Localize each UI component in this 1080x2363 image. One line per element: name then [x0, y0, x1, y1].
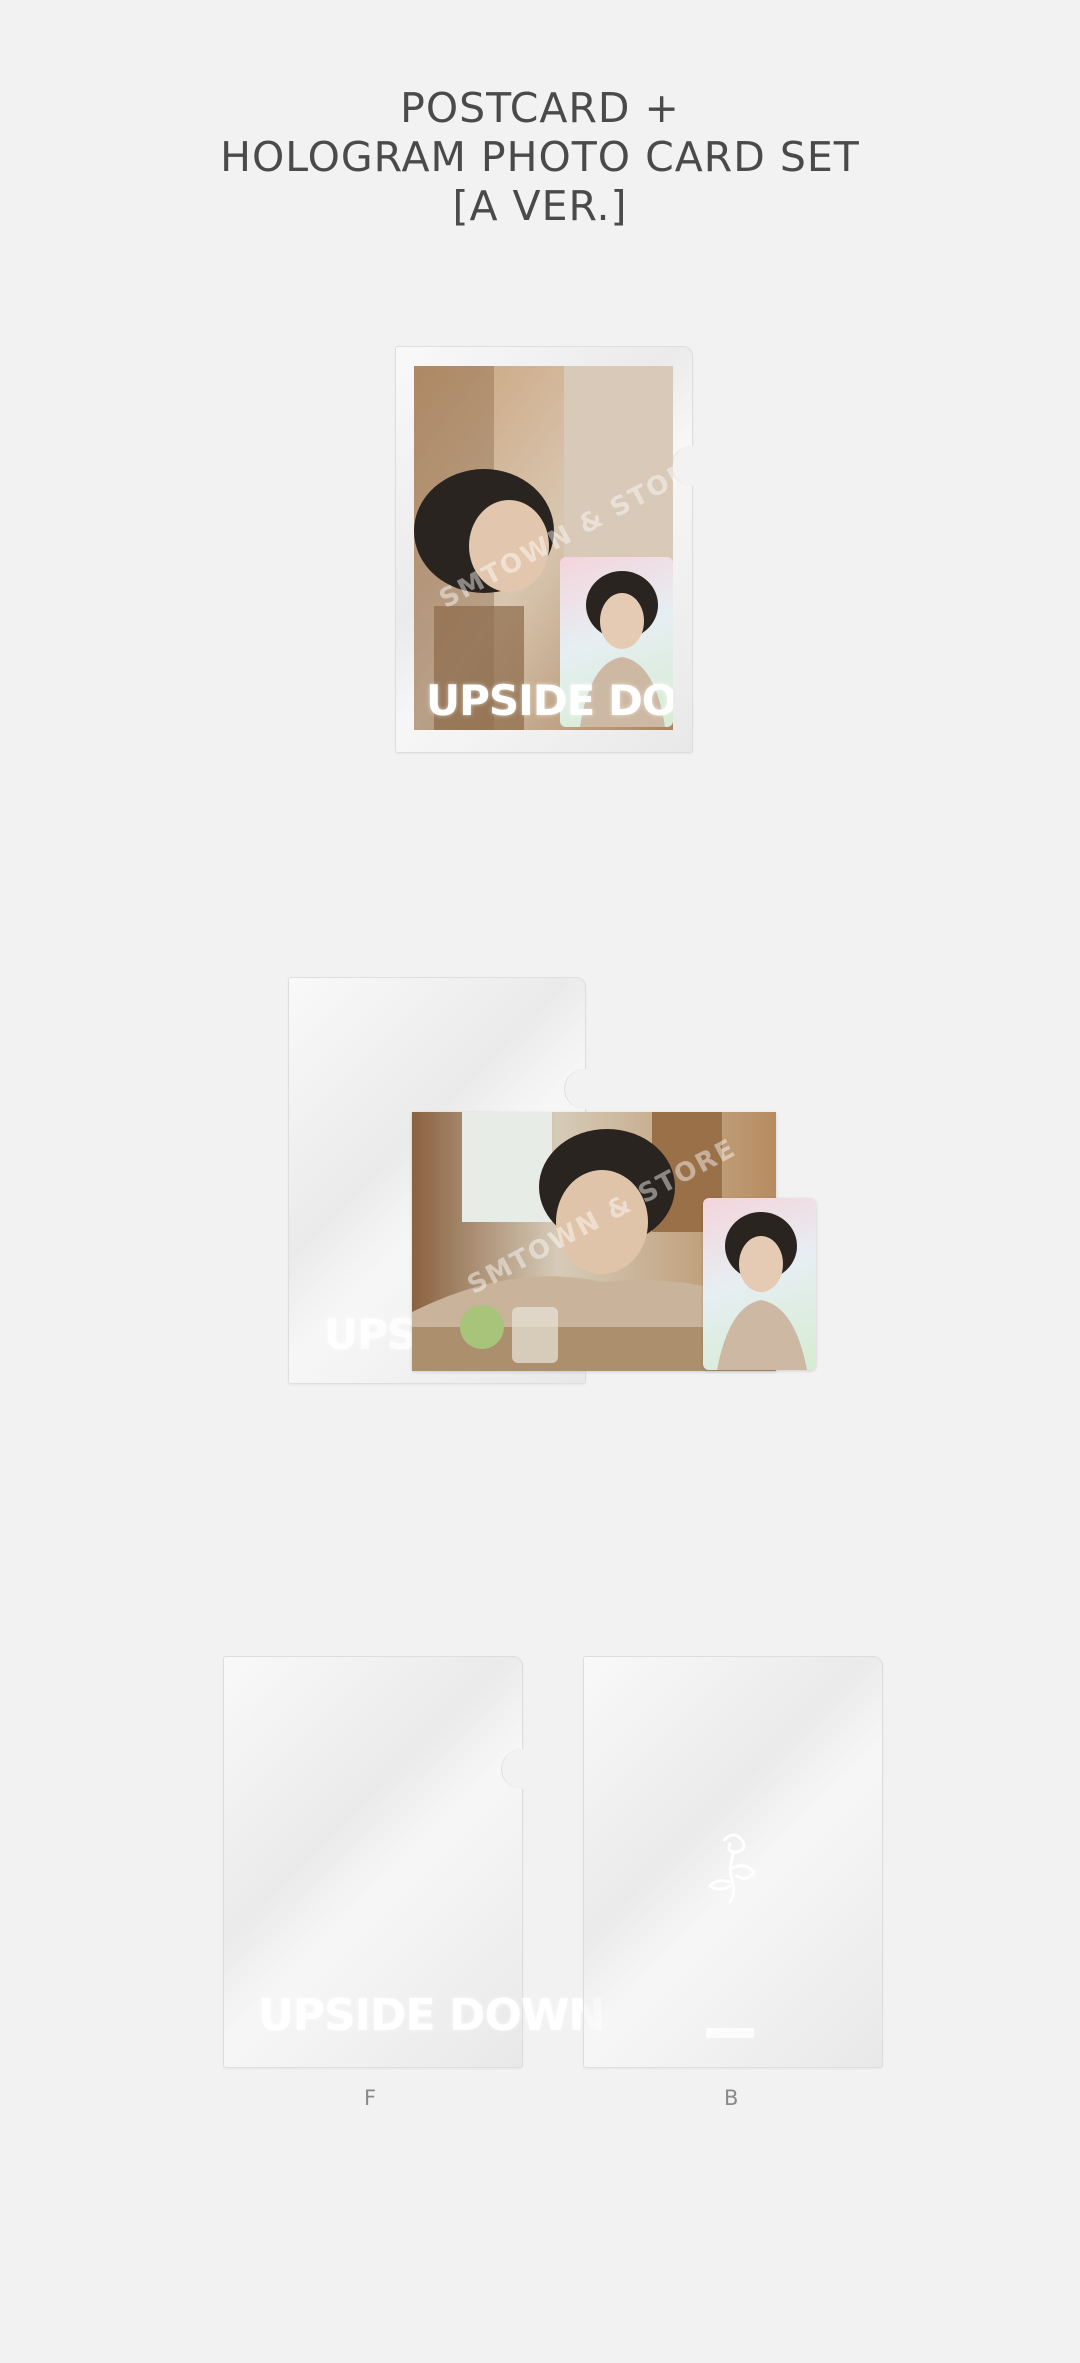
folder-back-small-mark [706, 2028, 754, 2038]
title-line-3: [A VER.] [452, 182, 628, 230]
product-title: POSTCARD + HOLOGRAM PHOTO CARD SET [A VE… [0, 84, 1080, 231]
hologram-card-landscape-photo [717, 1212, 807, 1370]
folder-notch [671, 446, 712, 486]
folder-notch-open [564, 1069, 605, 1109]
folder-front-logo: UPSIDE DOWN [258, 1990, 605, 2041]
rose-logo-icon [707, 1833, 756, 1904]
upside-down-logo: UPSIDE DOWN [426, 676, 673, 725]
postcard-image: SMTOWN & STORE UPSIDE DOWN [414, 366, 673, 730]
title-line-1: POSTCARD + [400, 84, 680, 132]
hologram-card-landscape [703, 1198, 816, 1370]
back-label: B [724, 2086, 739, 2110]
folder-front-notch [501, 1749, 542, 1789]
front-label: F [364, 2086, 377, 2110]
title-line-2: HOLOGRAM PHOTO CARD SET [220, 133, 860, 181]
